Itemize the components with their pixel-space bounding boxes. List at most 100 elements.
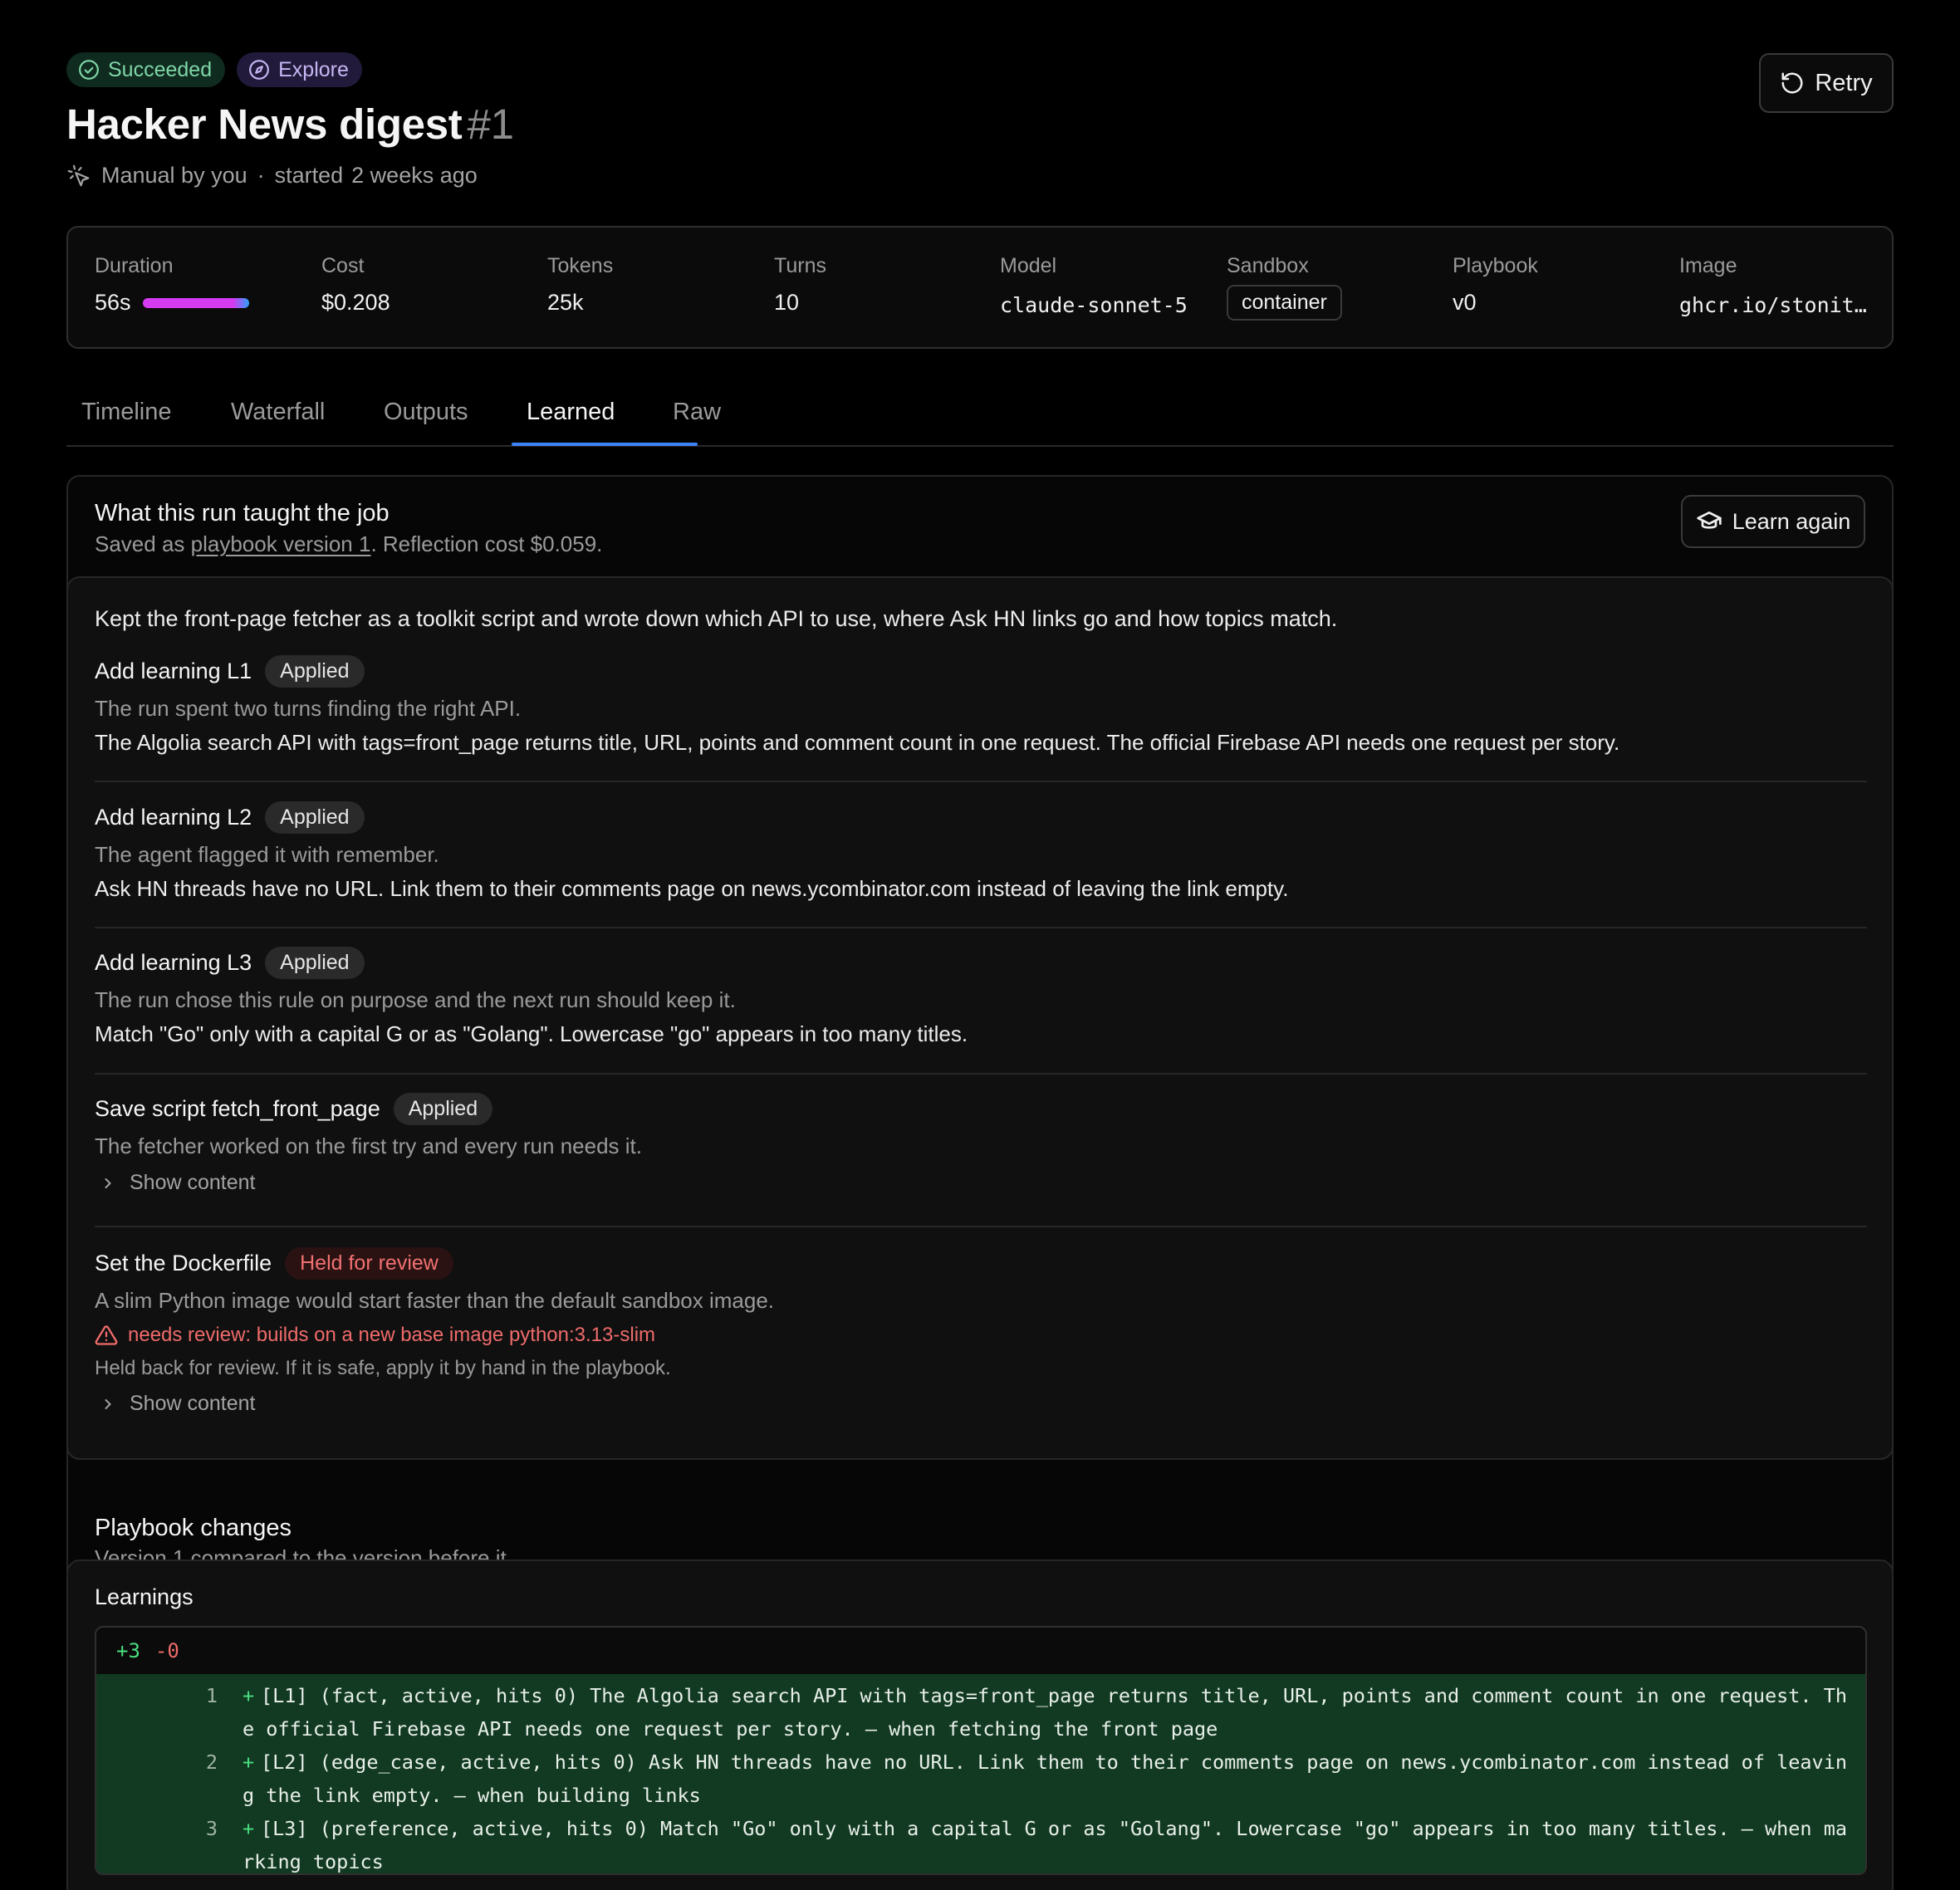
page-title: Hacker News digest #1 [66, 100, 514, 149]
learning-header: Add learning L1 Applied [95, 654, 1867, 688]
stat-tokens: Tokens 25k [547, 254, 613, 316]
warning-text: needs review: builds on a new base image… [128, 1324, 656, 1346]
stat-label: Tokens [547, 254, 614, 277]
status-pill: Applied [393, 1092, 493, 1125]
divider [95, 781, 1867, 782]
cursor-click-icon [67, 164, 90, 186]
show-content-toggle[interactable]: Show content [95, 1392, 1867, 1416]
line-text: [L3] (preference, active, hits 0) Match … [243, 1817, 1848, 1873]
stat-label: Model [1000, 254, 1057, 277]
retry-button[interactable]: Retry [1759, 53, 1894, 113]
stat-playbook: Playbook v0 [1453, 254, 1538, 316]
check-circle-icon [79, 60, 99, 80]
stat-value: v0 [1453, 290, 1477, 315]
stat-value-row: container [1227, 285, 1342, 321]
alert-triangle-icon [95, 1325, 118, 1345]
learned-summary: Kept the front-page fetcher as a toolkit… [95, 606, 1338, 631]
started-time: 2 weeks ago [351, 163, 478, 188]
tab-waterfall[interactable]: Waterfall [231, 399, 325, 426]
learning-title: Save script fetch_front_page [95, 1095, 380, 1121]
diff-summary: +3 -0 [96, 1628, 1865, 1674]
stat-label: Turns [774, 254, 826, 277]
added-count: +3 [116, 1639, 140, 1662]
show-content-label: Show content [130, 1392, 256, 1415]
line-number: 3 [205, 1817, 218, 1840]
learn-again-label: Learn again [1732, 508, 1851, 534]
line-number: 2 [205, 1750, 218, 1774]
stat-value: ghcr.io/stonit… [1679, 293, 1867, 317]
learning-item: Add learning L2 Applied The agent flagge… [95, 801, 1867, 902]
tab-timeline[interactable]: Timeline [81, 399, 172, 426]
removed-count: -0 [154, 1639, 179, 1662]
learning-reason: The agent flagged it with remember. [95, 842, 439, 867]
stat-turns: Turns 10 [774, 254, 826, 316]
stat-label: Sandbox [1227, 254, 1309, 277]
stat-label: Image [1679, 254, 1737, 277]
compass-icon [249, 60, 270, 80]
active-tab-indicator [512, 443, 698, 446]
playbook-changes-title: Playbook changes [95, 1515, 292, 1541]
saved-suffix: . Reflection cost $0.059. [370, 531, 603, 556]
learning-header: Add learning L3 Applied [95, 946, 1867, 979]
learned-panel: What this run taught the job Saved as pl… [66, 475, 1894, 1890]
stat-value: claude-sonnet-5 [1000, 293, 1188, 317]
stat-duration: Duration 56s [95, 254, 249, 316]
chevron-right-icon [105, 1398, 111, 1409]
learning-item: Save script fetch_front_page Applied The… [95, 1092, 1867, 1195]
learnings-list: Kept the front-page fetcher as a toolkit… [66, 576, 1894, 1460]
learning-title: Add learning L2 [95, 804, 252, 830]
show-content-toggle[interactable]: Show content [95, 1171, 1867, 1195]
duration-bar [142, 297, 249, 308]
playbook-diff-section: Learnings +3 -0 1 + [L1] (fact, active, … [66, 1559, 1894, 1890]
divider [95, 1073, 1867, 1075]
run-number: #1 [467, 100, 514, 148]
learned-subtitle: Saved as playbook version 1. Reflection … [95, 531, 602, 557]
diff-body: 1 + [L1] (fact, active, hits 0) The Algo… [96, 1674, 1865, 1873]
learning-header: Save script fetch_front_page Applied [95, 1092, 1867, 1125]
rotate-ccw-icon [1781, 72, 1803, 94]
learning-title: Add learning L3 [95, 949, 252, 975]
learning-item: Add learning L1 Applied The run spent tw… [95, 654, 1867, 756]
learning-item: Add learning L3 Applied The run chose th… [95, 946, 1867, 1047]
learning-title: Add learning L1 [95, 658, 252, 683]
learning-text: The Algolia search API with tags=front_p… [95, 730, 1620, 755]
playbook-version-link[interactable]: playbook version 1 [191, 531, 371, 556]
learning-reason: The fetcher worked on the first try and … [95, 1134, 642, 1158]
learning-reason: The run spent two turns finding the righ… [95, 696, 522, 721]
status-pill: Applied [265, 946, 365, 979]
tab-raw[interactable]: Raw [673, 399, 721, 426]
run-trigger-info: Manual by you · started 2 weeks ago [66, 163, 478, 189]
mode-badge-label: Explore [278, 57, 349, 81]
line-text: [L2] (edge_case, active, hits 0) Ask HN … [243, 1750, 1848, 1807]
line-number: 1 [205, 1684, 218, 1707]
run-badges: Succeeded Explore [66, 52, 362, 87]
stat-label: Playbook [1453, 254, 1538, 277]
learning-text: Match "Go" only with a capital G or as "… [95, 1021, 968, 1046]
stat-label: Cost [321, 254, 365, 277]
stat-value: 25k [547, 290, 584, 315]
review-note: Held back for review. If it is safe, app… [95, 1357, 671, 1379]
divider [95, 927, 1867, 928]
learning-item: Set the Dockerfile Held for review A sli… [95, 1246, 1867, 1416]
started-label: started [274, 163, 344, 188]
learn-again-button[interactable]: Learn again [1681, 495, 1865, 548]
stat-image: Image ghcr.io/stonit… [1679, 254, 1867, 317]
divider [95, 1226, 1867, 1227]
saved-prefix: Saved as [95, 531, 185, 556]
graduation-cap-icon [1697, 512, 1722, 529]
status-pill: Applied [265, 801, 365, 834]
learning-title: Set the Dockerfile [95, 1250, 272, 1276]
sandbox-chip: container [1227, 285, 1342, 321]
diff-section-title: Learnings [95, 1584, 194, 1609]
diff-viewer: +3 -0 1 + [L1] (fact, active, hits 0) Th… [95, 1626, 1867, 1875]
learned-title: What this run taught the job [95, 500, 390, 526]
run-stats-card: Duration 56s Cost $0.208 Tokens 25k Turn… [66, 226, 1894, 349]
stat-value: 10 [774, 290, 800, 315]
chevron-right-icon [105, 1178, 111, 1188]
held-pill: Held for review [285, 1246, 453, 1280]
stat-value: 56s [95, 290, 131, 315]
tab-learned[interactable]: Learned [527, 399, 615, 426]
review-warning: needs review: builds on a new base image… [95, 1324, 1867, 1347]
tab-outputs[interactable]: Outputs [384, 399, 468, 426]
mode-badge: Explore [237, 52, 362, 87]
